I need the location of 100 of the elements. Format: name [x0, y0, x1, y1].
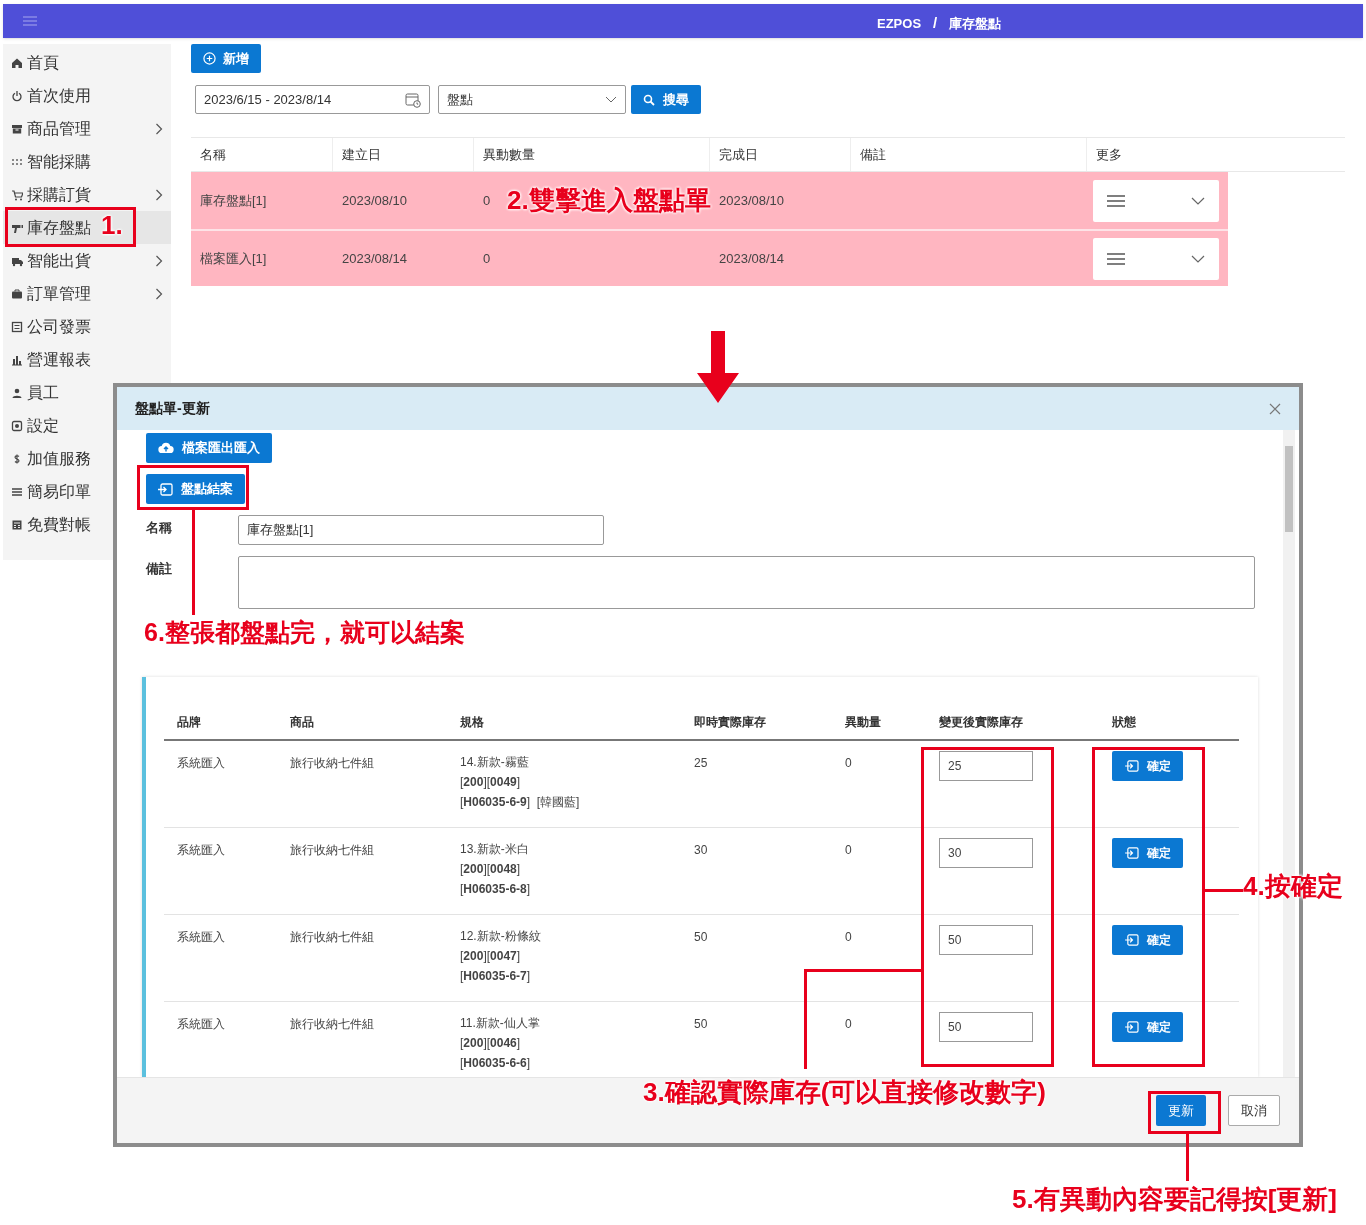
table-row[interactable]: 檔案匯入[1] 2023/08/14 0 2023/08/14	[191, 229, 1228, 286]
close-icon[interactable]	[1269, 402, 1281, 415]
enter-icon	[1124, 934, 1139, 946]
box-icon	[11, 122, 23, 135]
table-cell-text: 2023/08/14	[342, 249, 408, 268]
column-header: 異動數量	[483, 145, 535, 164]
cloud-upload-icon	[158, 442, 174, 454]
down-arrow	[697, 331, 739, 403]
search-icon	[643, 93, 655, 106]
sidebar-item[interactable]: 首頁	[3, 46, 171, 79]
person-icon	[11, 386, 23, 399]
stock-input[interactable]: 50	[939, 925, 1033, 955]
update-button[interactable]: 更新	[1156, 1095, 1206, 1126]
column-header: 狀態	[1112, 714, 1136, 729]
bar-chart-icon	[11, 353, 23, 366]
calculator-icon	[11, 518, 23, 531]
column-header: 備註	[860, 145, 886, 164]
cancel-button[interactable]: 取消	[1228, 1095, 1280, 1126]
column-header: 更多	[1096, 145, 1122, 164]
sidebar-item[interactable]: 商品管理	[3, 112, 171, 145]
field-label: 名稱	[146, 520, 172, 535]
confirm-button[interactable]: 確定	[1112, 925, 1183, 955]
spec-text: 13.新款-米白 [200][0048] [H06035-6-8]	[460, 841, 532, 898]
table-cell: 旅行收納七件組	[290, 843, 374, 857]
gear-icon	[11, 419, 23, 432]
briefcase-icon	[11, 287, 23, 300]
table-cell-text: 檔案匯入[1]	[200, 249, 267, 268]
leader-line	[1186, 1134, 1189, 1181]
spec-text: 11.新款-仙人掌 [200][0046] [H06035-6-6]	[460, 1015, 541, 1072]
chevron-down-icon	[1191, 254, 1205, 263]
confirm-button[interactable]: 確定	[1112, 751, 1183, 781]
table-cell-text: 2023/08/10	[342, 191, 408, 210]
stock-input[interactable]: 25	[939, 751, 1033, 781]
note-field[interactable]	[238, 556, 1255, 609]
table-cell: 旅行收納七件組	[290, 1017, 374, 1031]
more-menu-button[interactable]	[1093, 237, 1219, 280]
sidebar-item[interactable]: 智能採購	[3, 145, 171, 178]
table-cell: 0	[845, 756, 852, 770]
power-icon	[11, 89, 23, 102]
chevron-down-icon	[605, 95, 617, 104]
home-icon	[11, 56, 23, 69]
annotation-label: 2.雙擊進入盤點單	[507, 187, 711, 213]
sidebar-item[interactable]: 公司發票	[3, 310, 171, 343]
annotation-label: 5.有異動內容要記得按[更新]	[1012, 1186, 1337, 1212]
confirm-button[interactable]: 確定	[1112, 1012, 1183, 1042]
column-header: 品牌	[177, 714, 201, 729]
close-out-button[interactable]: 盤點結案	[146, 474, 245, 504]
table-cell-text: 2023/08/10	[719, 191, 785, 210]
table-cell: 系統匯入	[177, 930, 225, 944]
chevron-down-icon	[1191, 196, 1205, 205]
table-cell: 25	[694, 756, 708, 770]
add-button[interactable]: 新增	[191, 44, 261, 73]
breadcrumb-separator: /	[933, 13, 938, 33]
table-cell: 0	[845, 930, 852, 944]
column-header: 完成日	[719, 145, 758, 164]
annotation-label: 6.整張都盤點完，就可以結案	[144, 620, 465, 645]
enter-icon	[1124, 847, 1139, 859]
table-cell: 旅行收納七件組	[290, 756, 374, 770]
table-cell: 0	[845, 1017, 852, 1031]
table-cell-text: 0	[483, 249, 491, 268]
dialog-title: 盤點單-更新	[135, 399, 210, 418]
date-range-field[interactable]: 2023/6/15 - 2023/8/14	[195, 85, 430, 114]
brand-name[interactable]: EZPOS	[877, 13, 922, 33]
table-cell-text: 0	[483, 191, 491, 210]
column-header: 名稱	[200, 145, 226, 164]
more-menu-button[interactable]	[1093, 179, 1219, 222]
menu-icon	[1107, 194, 1125, 207]
confirm-button[interactable]: 確定	[1112, 838, 1183, 868]
import-export-button[interactable]: 檔案匯出匯入	[146, 433, 272, 463]
table-cell: 0	[845, 843, 852, 857]
stock-input[interactable]: 30	[939, 838, 1033, 868]
calendar-icon	[405, 91, 421, 108]
document-icon	[11, 320, 23, 333]
breadcrumb-page: 庫存盤點	[949, 14, 1002, 33]
search-button[interactable]: 搜尋	[631, 85, 701, 114]
sidebar-item[interactable]: 首次使用	[3, 79, 171, 112]
sidebar-item[interactable]: 營運報表	[3, 343, 171, 376]
table-cell: 系統匯入	[177, 756, 225, 770]
table-cell: 30	[694, 843, 708, 857]
cart-icon	[11, 188, 23, 201]
annotation-label: 1.	[101, 212, 123, 238]
plus-circle-icon	[203, 52, 216, 65]
column-header: 異動量	[845, 714, 881, 729]
field-label: 備註	[146, 561, 172, 576]
type-select[interactable]: 盤點	[438, 85, 626, 114]
sidebar-item[interactable]: 智能出貨	[3, 244, 171, 277]
menu-icon	[1107, 252, 1125, 265]
sidebar-item[interactable]: 採購訂貨	[3, 178, 171, 211]
table-cell: 50	[694, 930, 708, 944]
name-field[interactable]: 庫存盤點[1]	[238, 515, 604, 545]
stock-input[interactable]: 50	[939, 1012, 1033, 1042]
menu-icon	[11, 485, 23, 498]
annotation-label: 4.按確定	[1243, 873, 1343, 899]
spec-text: 12.新款-粉條紋 [200][0047] [H06035-6-7]	[460, 928, 542, 985]
leader-line	[1205, 889, 1243, 892]
sidebar-item[interactable]: 訂單管理	[3, 277, 171, 310]
spec-text: 14.新款-霧藍 [200][0049] [H06035-6-9] [韓國藍]	[460, 754, 581, 811]
table-cell: 旅行收納七件組	[290, 930, 374, 944]
table-cell: 系統匯入	[177, 843, 225, 857]
column-header: 商品	[290, 714, 314, 729]
